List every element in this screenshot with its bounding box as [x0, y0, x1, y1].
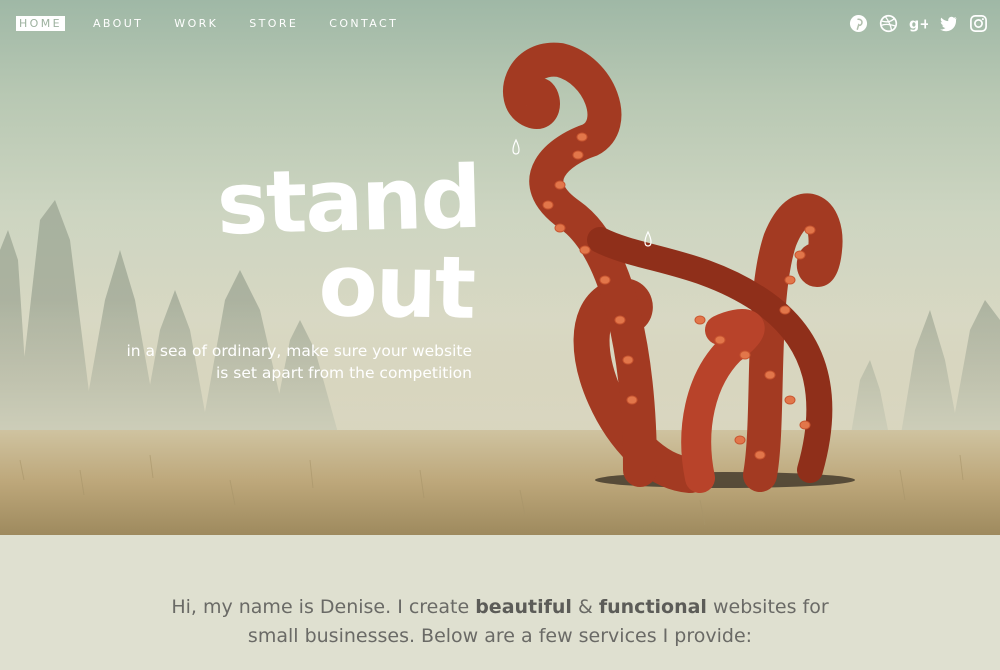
intro-bold-beautiful: beautiful [475, 596, 572, 618]
hero-section: HOME ABOUT WORK STORE CONTACT g+ stand o… [0, 0, 1000, 535]
hero-tagline: in a sea of ordinary, make sure your web… [100, 340, 472, 384]
nav-home[interactable]: HOME [16, 16, 65, 31]
intro-part-1: Hi, my name is Denise. I create [171, 596, 476, 618]
social-links: g+ [849, 14, 988, 33]
tagline-line-1: in a sea of ordinary, make sure your web… [126, 342, 472, 360]
main-nav: HOME ABOUT WORK STORE CONTACT [16, 16, 426, 31]
intro-line-2: small businesses. Below are a few servic… [247, 625, 753, 647]
nav-about[interactable]: ABOUT [90, 16, 146, 31]
google-plus-icon[interactable]: g+ [909, 14, 928, 33]
hero-headline: stand out [150, 148, 482, 339]
intro-bold-functional: functional [598, 596, 707, 618]
svg-text:g+: g+ [909, 16, 928, 32]
pinterest-icon[interactable] [849, 14, 868, 33]
headline-line-1: stand [215, 147, 482, 255]
intro-part-3: websites for [706, 596, 829, 618]
nav-contact[interactable]: CONTACT [326, 16, 401, 31]
dribbble-icon[interactable] [879, 14, 898, 33]
nav-store[interactable]: STORE [246, 16, 301, 31]
instagram-icon[interactable] [969, 14, 988, 33]
intro-part-2: & [571, 596, 599, 618]
twitter-icon[interactable] [939, 14, 958, 33]
grass-field [0, 430, 1000, 535]
nav-work[interactable]: WORK [171, 16, 221, 31]
intro-text: Hi, my name is Denise. I create beautifu… [100, 593, 900, 651]
headline-line-2: out [317, 236, 475, 339]
droplet-icon [512, 138, 520, 155]
tagline-line-2: is set apart from the competition [215, 364, 472, 382]
